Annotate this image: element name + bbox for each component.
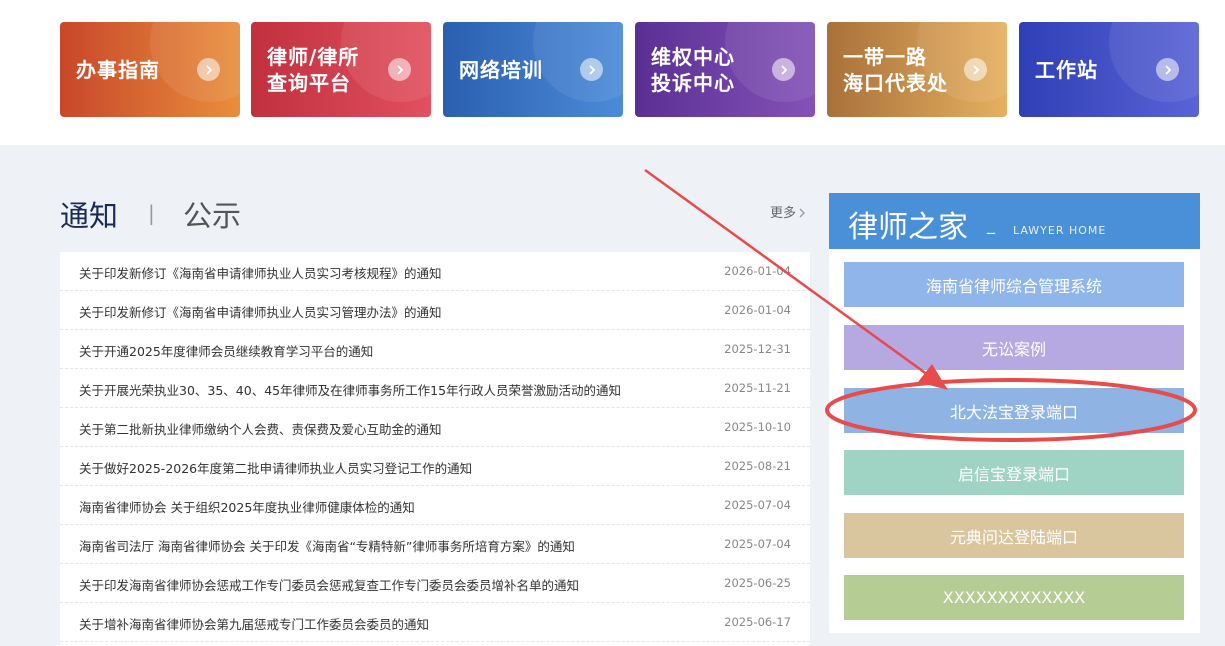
notice-date: 2025-08-21 <box>724 459 791 473</box>
chevron-right-icon <box>388 58 411 81</box>
yuandian-login-button[interactable]: 元典问达登陆端口 <box>844 513 1184 558</box>
list-item[interactable]: 关于印发新修订《海南省申请律师执业人员实习管理办法》的通知 2026-01-04 <box>60 291 810 330</box>
list-item[interactable]: 海南省律师协会 关于组织2025年度执业律师健康体检的通知 2025-07-04 <box>60 486 810 525</box>
chevron-right-icon <box>1156 58 1179 81</box>
notice-title[interactable]: 关于开通2025年度律师会员继续教育学习平台的通知 <box>79 341 373 360</box>
pkulaw-login-button[interactable]: 北大法宝登录端口 <box>844 388 1184 433</box>
list-item[interactable]: 关于第二批新执业律师缴纳个人会费、责保费及爱心互助金的通知 2025-10-10 <box>60 408 810 447</box>
chevron-right-icon <box>580 58 603 81</box>
notice-date: 2025-06-17 <box>724 615 791 629</box>
list-item[interactable]: 关于开展光荣执业30、35、40、45年律师及在律师事务所工作15年行政人员荣誉… <box>60 369 810 408</box>
notice-date: 2026-01-04 <box>724 264 791 278</box>
title-dash: _ <box>987 215 995 234</box>
notice-title[interactable]: 关于印发新修订《海南省申请律师执业人员实习考核规程》的通知 <box>79 263 442 282</box>
tile-label: 网络培训 <box>459 57 543 82</box>
tile-label: 办事指南 <box>76 57 160 82</box>
tile-label: 维权中心 投诉中心 <box>651 44 735 95</box>
tile-workstation[interactable]: 工作站 <box>1019 22 1199 117</box>
tab-notice[interactable]: 通知 <box>60 193 118 235</box>
chevron-right-icon <box>964 58 987 81</box>
notice-date: 2025-12-31 <box>724 342 791 356</box>
notice-title[interactable]: 关于增补海南省律师协会第九届惩戒专门工作委员会委员的通知 <box>79 614 429 633</box>
notice-title[interactable]: 海南省律师协会 关于组织2025年度执业律师健康体检的通知 <box>79 497 415 516</box>
notice-title[interactable]: 海南省司法厅 海南省律师协会 关于印发《海南省“专精特新”律师事务所培育方案》的… <box>79 536 575 555</box>
list-item[interactable]: 关于开通2025年度律师会员继续教育学习平台的通知 2025-12-31 <box>60 330 810 369</box>
lawyer-home-header: 律师之家 _ LAWYER HOME <box>829 193 1200 249</box>
tile-label: 工作站 <box>1035 57 1098 82</box>
notice-date: 2025-07-04 <box>724 537 791 551</box>
tile-online-training[interactable]: 网络培训 <box>443 22 623 117</box>
notice-date: 2025-11-21 <box>724 381 791 395</box>
list-item[interactable]: 关于印发海南省律师协会惩戒工作专门委员会惩戒复查工作专门委员会委员增补名单的通知… <box>60 564 810 603</box>
qixinbao-login-button[interactable]: 启信宝登录端口 <box>844 450 1184 495</box>
wusong-cases-button[interactable]: 无讼案例 <box>844 325 1184 370</box>
tile-label: 律师/律所 查询平台 <box>267 44 360 95</box>
notice-title[interactable]: 关于印发海南省律师协会惩戒工作专门委员会惩戒复查工作专门委员会委员增补名单的通知 <box>79 575 579 594</box>
placeholder-button[interactable]: XXXXXXXXXXXXX <box>844 575 1184 620</box>
chevron-right-icon <box>197 58 220 81</box>
notice-header: 通知 | 公示 更多 <box>60 193 810 233</box>
tab-publicity[interactable]: 公示 <box>183 193 241 235</box>
quick-links-bar: 办事指南 律师/律所 查询平台 网络培训 维权中心 投诉中心 一带一路 海口代表… <box>0 0 1225 145</box>
notice-title[interactable]: 关于印发新修订《海南省申请律师执业人员实习管理办法》的通知 <box>79 302 442 321</box>
tile-label: 一带一路 海口代表处 <box>843 44 948 95</box>
chevron-right-icon <box>799 208 805 218</box>
notice-list: 关于印发新修订《海南省申请律师执业人员实习考核规程》的通知 2026-01-04… <box>60 252 810 646</box>
list-item[interactable]: 关于印发新修订《海南省申请律师执业人员实习考核规程》的通知 2026-01-04 <box>60 252 810 291</box>
management-system-button[interactable]: 海南省律师综合管理系统 <box>844 262 1184 307</box>
tab-separator: | <box>148 201 155 225</box>
more-label: 更多 <box>769 206 796 221</box>
chevron-right-icon <box>772 58 795 81</box>
list-item[interactable]: 关于增补海南省律师协会第九届惩戒专门工作委员会委员的通知 2025-06-17 <box>60 603 810 642</box>
lawyer-home-subtitle: LAWYER HOME <box>1013 224 1107 237</box>
list-item[interactable]: 关于做好2025-2026年度第二批申请律师执业人员实习登记工作的通知 2025… <box>60 447 810 486</box>
notice-title[interactable]: 关于开展光荣执业30、35、40、45年律师及在律师事务所工作15年行政人员荣誉… <box>79 380 621 399</box>
tile-rights-center[interactable]: 维权中心 投诉中心 <box>635 22 815 117</box>
notice-date: 2026-01-04 <box>724 303 791 317</box>
tile-guide[interactable]: 办事指南 <box>60 22 240 117</box>
notice-title[interactable]: 关于第二批新执业律师缴纳个人会费、责保费及爱心互助金的通知 <box>79 419 442 438</box>
tile-lawyer-query[interactable]: 律师/律所 查询平台 <box>251 22 431 117</box>
notice-date: 2025-07-04 <box>724 498 791 512</box>
list-item[interactable]: 海南省司法厅 海南省律师协会 关于印发《海南省“专精特新”律师事务所培育方案》的… <box>60 525 810 564</box>
notice-date: 2025-10-10 <box>724 420 791 434</box>
more-link[interactable]: 更多 <box>770 202 806 221</box>
lawyer-home-panel: 律师之家 _ LAWYER HOME 海南省律师综合管理系统 无讼案例 北大法宝… <box>829 193 1200 633</box>
notice-title[interactable]: 关于做好2025-2026年度第二批申请律师执业人员实习登记工作的通知 <box>79 458 472 477</box>
notice-date: 2025-06-25 <box>724 576 791 590</box>
tile-belt-road[interactable]: 一带一路 海口代表处 <box>827 22 1007 117</box>
lawyer-home-title: 律师之家 <box>848 210 968 245</box>
